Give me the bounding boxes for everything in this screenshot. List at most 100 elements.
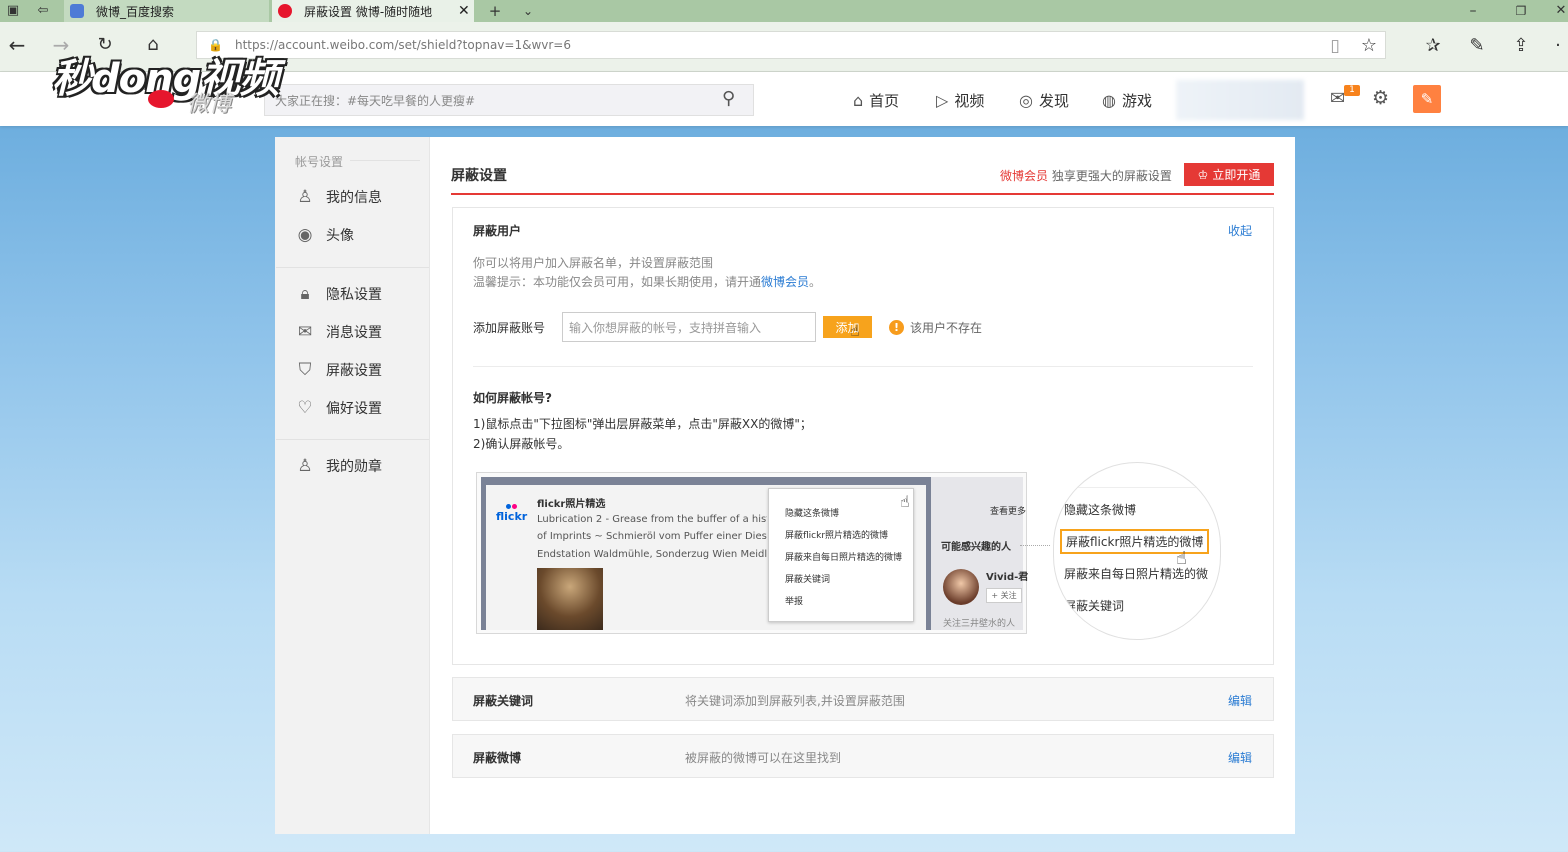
minimize-icon[interactable]: – — [1460, 0, 1486, 22]
block-weibo-desc: 被屏蔽的微博可以在这里找到 — [685, 751, 842, 765]
nav-label: 视频 — [954, 91, 985, 110]
dropdown-menu-illustration: 隐藏这条微博 屏蔽flickr照片精选的微博 屏蔽来自每日照片精选的微博 屏蔽关… — [768, 488, 914, 622]
menu-item: 屏蔽来自每日照片精选的微博 — [785, 553, 903, 563]
close-icon[interactable]: ✕ — [458, 3, 470, 19]
tip-suffix: 。 — [809, 275, 822, 289]
restore-icon[interactable]: ❐ — [1508, 0, 1534, 22]
sidebar-item-shield[interactable]: ⛉ 屏蔽设置 — [294, 360, 382, 380]
post-line: of Imprints ~ Schmieröl vom Puffer einer… — [537, 531, 767, 542]
block-account-input[interactable]: 输入你想屏蔽的帐号，支持拼音输入 — [562, 312, 816, 342]
reading-view-icon[interactable]: ▯ — [1322, 35, 1348, 57]
side-foot: 关注三井壁水的人 — [943, 619, 1016, 629]
window-close-icon[interactable]: ✕ — [1548, 0, 1568, 22]
sidebar-item-preferences[interactable]: ♡ 偏好设置 — [294, 398, 382, 418]
share-icon[interactable]: ⇪ — [1508, 35, 1534, 57]
sidebar-item-medals[interactable]: ♙ 我的勋章 — [294, 456, 382, 476]
compass-icon: ◎ — [1019, 90, 1033, 110]
tab-label: 屏蔽设置 微博-随时随地 — [304, 4, 433, 19]
add-button[interactable]: 添加 — [823, 316, 872, 338]
edit-keywords-link[interactable]: 编辑 — [1228, 692, 1252, 709]
sidebar-item-label: 我的信息 — [326, 190, 382, 206]
block-keywords-desc: 将关键词添加到屏蔽列表,并设置屏蔽范围 — [685, 694, 905, 708]
tab-weibo-shield[interactable]: 屏蔽设置 微博-随时随地 ✕ — [272, 0, 474, 22]
flickr-dots-icon — [506, 498, 518, 509]
menu-item: 隐藏这条微博 — [785, 509, 840, 519]
tab-label: 微博_百度搜索 — [96, 4, 175, 19]
back-arrow-icon[interactable]: ← — [4, 34, 30, 56]
search-input[interactable]: 大家正在搜：#每天吃早餐的人更瘦# — [264, 84, 754, 116]
input-placeholder: 输入你想屏蔽的帐号，支持拼音输入 — [569, 320, 762, 335]
howto-step-1: 1)鼠标点击"下拉图标"弹出层屏蔽菜单，点击"屏蔽XX的微博"； — [473, 417, 812, 431]
lock-icon: 🔒︎ — [300, 284, 310, 304]
block-weibo-title: 屏蔽微博 — [473, 751, 522, 765]
url-field[interactable]: https://account.weibo.com/set/shield?top… — [196, 31, 1386, 59]
open-vip-button[interactable]: ♔ 立即开通 — [1184, 163, 1274, 186]
sidebar-item-avatar[interactable]: ◉ 头像 — [294, 225, 354, 245]
vip-link[interactable]: 微博会员 — [761, 275, 809, 289]
heart-icon: ♡ — [297, 398, 313, 418]
menu-item: 屏蔽flickr照片精选的微博 — [785, 531, 889, 541]
new-tab-icon[interactable]: + — [482, 0, 508, 22]
nav-label: 首页 — [869, 91, 900, 110]
more-icon[interactable]: · — [1545, 35, 1568, 57]
block-users-title: 屏蔽用户 — [473, 224, 522, 238]
mail-badge: 1 — [1344, 85, 1360, 96]
nav-video[interactable]: ▷ 视频 — [936, 88, 984, 112]
search-icon[interactable]: ⚲ — [722, 88, 735, 109]
illustration-side-panel — [931, 477, 1023, 630]
user-icon: ♙ — [297, 187, 313, 207]
window-icon[interactable]: ▣ — [0, 0, 26, 22]
title-underline — [451, 193, 1274, 195]
error-text: 该用户不存在 — [910, 321, 983, 335]
hand-cursor-icon: ☝ — [900, 492, 910, 511]
collapse-link[interactable]: 收起 — [1228, 222, 1252, 239]
sidebar-group-title: 帐号设置 — [295, 155, 344, 169]
zoom-item: 屏蔽关键词 — [1064, 599, 1125, 613]
favorites-icon[interactable]: ✰ — [1420, 35, 1446, 57]
add-account-label: 添加屏蔽账号 — [473, 321, 546, 335]
sidebar-divider — [276, 267, 429, 268]
shield-icon: ⛉ — [298, 360, 312, 380]
home-icon: ⌂ — [853, 90, 864, 110]
star-icon[interactable]: ☆ — [1356, 35, 1382, 57]
compose-icon[interactable]: ✎ — [1413, 85, 1441, 113]
block-keywords-title: 屏蔽关键词 — [473, 694, 534, 708]
nav-home[interactable]: ⌂ 首页 — [853, 88, 899, 112]
block-users-desc: 你可以将用户加入屏蔽名单，并设置屏蔽范围 — [473, 256, 714, 270]
connector-line — [1020, 545, 1050, 546]
tab-baidu[interactable]: 微博_百度搜索 — [64, 0, 269, 22]
nav-games[interactable]: ◍ 游戏 — [1102, 88, 1152, 112]
zoom-callout: 隐藏这条微博 屏蔽flickr照片精选的微博 屏蔽来自每日照片精选的微 屏蔽关键… — [1053, 462, 1221, 640]
menu-item: 屏蔽关键词 — [785, 575, 831, 585]
zoom-item-highlighted: 屏蔽flickr照片精选的微博 — [1060, 529, 1210, 554]
zoom-divider — [1054, 487, 1220, 488]
gamepad-icon: ◍ — [1102, 90, 1116, 110]
message-icon: ✉ — [297, 322, 313, 342]
edit-weibo-link[interactable]: 编辑 — [1228, 749, 1252, 766]
post-photo — [537, 568, 603, 630]
zoom-item: 隐藏这条微博 — [1064, 503, 1137, 517]
chevron-down-icon[interactable]: ⌄ — [515, 0, 541, 22]
sidebar-item-label: 隐私设置 — [326, 287, 382, 303]
vip-label[interactable]: 微博会员 — [1000, 169, 1048, 183]
sidebar-item-privacy[interactable]: 🔒︎ 隐私设置 — [294, 284, 382, 304]
tab-back-icon[interactable]: ⇦ — [30, 0, 56, 22]
howto-step-2: 2)确认屏蔽帐号。 — [473, 437, 570, 451]
avatar — [943, 569, 979, 605]
pen-icon[interactable]: ✎ — [1464, 35, 1490, 57]
nav-discover[interactable]: ◎ 发现 — [1019, 88, 1069, 112]
sidebar-item-label: 我的勋章 — [326, 459, 382, 475]
gear-icon[interactable]: ⚙ — [1372, 87, 1389, 109]
blurred-user-name[interactable] — [1176, 80, 1304, 120]
vip-promo: 微博会员 独享更强大的屏蔽设置 — [1000, 167, 1172, 184]
sidebar-item-messages[interactable]: ✉ 消息设置 — [294, 322, 382, 342]
side-more: 查看更多 — [990, 507, 1027, 517]
block-weibo-row — [452, 734, 1274, 778]
vip-desc: 独享更强大的屏蔽设置 — [1051, 169, 1172, 183]
sidebar-item-my-info[interactable]: ♙ 我的信息 — [294, 187, 382, 207]
mail-icon[interactable]: ✉ — [1330, 88, 1345, 109]
menu-item: 举报 — [785, 597, 804, 607]
sidebar-item-label: 偏好设置 — [326, 401, 382, 417]
video-watermark-logo: 秒dong视频 微博 — [52, 46, 302, 117]
page-title: 屏蔽设置 — [451, 168, 507, 184]
